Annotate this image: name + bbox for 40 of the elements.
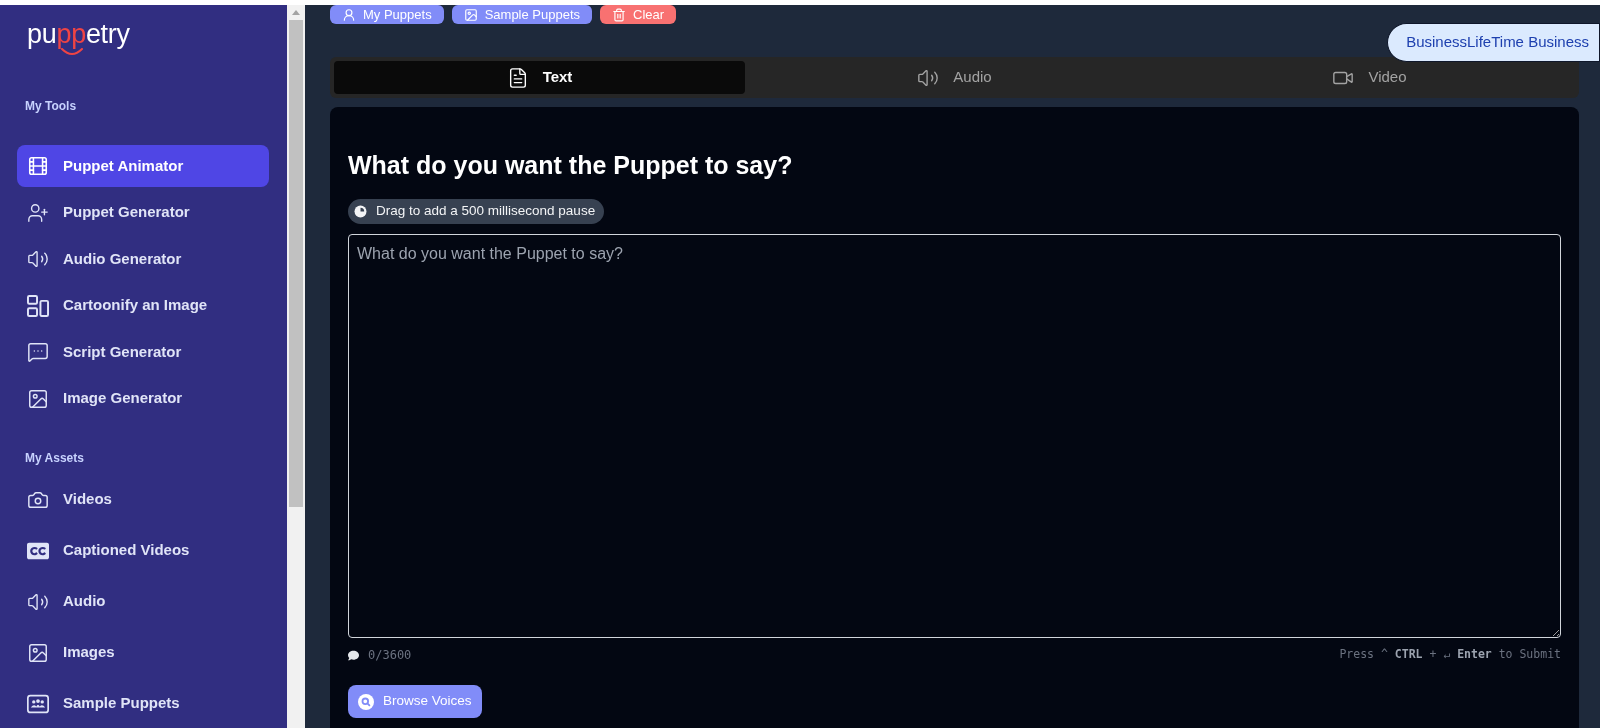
script-input-field[interactable]: What do you want the Puppet to say?	[348, 234, 1561, 638]
sidebar-item[interactable]: Captioned Videos	[17, 529, 269, 572]
editor-heading: What do you want the Puppet to say?	[348, 150, 793, 180]
section-heading: My Tools	[24, 98, 78, 114]
trash-icon	[612, 7, 627, 22]
user-plus-icon	[27, 201, 49, 224]
character-count: 0/3600	[368, 647, 412, 664]
smile-icon	[61, 48, 83, 55]
film-icon	[27, 155, 49, 177]
sidebar-item[interactable]: Audio	[17, 580, 269, 623]
sidebar-item[interactable]: Images	[17, 631, 269, 674]
speaker-icon	[27, 248, 49, 270]
sidebar-item[interactable]: Cartoonify an Image	[17, 284, 269, 327]
image-icon	[27, 387, 49, 410]
sidebar-item[interactable]: Script Generator	[17, 331, 269, 373]
chat-icon	[27, 341, 49, 363]
tab[interactable]: Video	[1164, 61, 1575, 94]
logo-text: puppetry	[27, 20, 130, 48]
tab[interactable]: Audio	[749, 61, 1160, 94]
sidebar-item[interactable]: Videos	[17, 478, 269, 521]
image-icon	[463, 7, 478, 22]
person-icon	[342, 7, 356, 22]
pause-chip[interactable]: Drag to add a 500 millisecond pause	[348, 199, 605, 224]
group-icon	[27, 692, 49, 715]
section-heading: My Assets	[24, 449, 85, 466]
scrollbar-thumb[interactable]	[289, 20, 303, 507]
image-icon	[27, 641, 49, 664]
sidebar-item[interactable]: Puppet Animator	[17, 145, 269, 187]
comment-icon	[348, 649, 359, 661]
scroll-up-icon[interactable]	[292, 10, 300, 15]
plan-badge[interactable]: BusinessLifeTime Business	[1387, 23, 1600, 62]
sidebar-item[interactable]: Sample Puppets	[17, 682, 269, 725]
sidebar-item[interactable]: Audio Generator	[17, 238, 269, 280]
sidebar-item[interactable]: Image Generator	[17, 377, 269, 420]
clock-icon	[354, 205, 367, 218]
tab[interactable]: Text	[334, 61, 745, 94]
sidebar-item[interactable]: Puppet Generator	[17, 191, 269, 234]
search-icon	[358, 693, 374, 710]
layout-icon	[27, 294, 49, 317]
submit-hint: Press ^ CTRL + ↵ Enter to Submit	[1339, 646, 1561, 664]
